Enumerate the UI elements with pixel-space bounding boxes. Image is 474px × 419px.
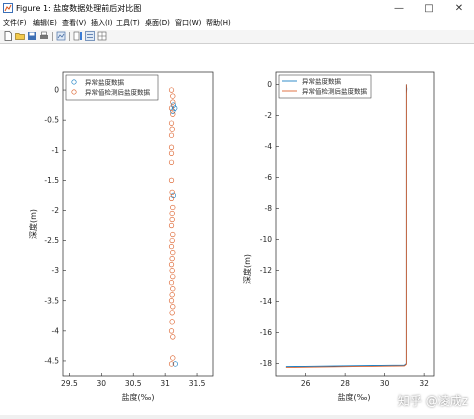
- menu-edit[interactable]: 编辑(E): [33, 18, 57, 28]
- menu-help[interactable]: 帮助(H): [206, 18, 231, 28]
- right-legend: 异常盐度数据 异常值检测后盐度数据: [278, 74, 372, 99]
- right-ytick-label: -14: [260, 297, 272, 306]
- grid-icon[interactable]: [97, 31, 107, 41]
- menu-view[interactable]: 查看(V): [62, 18, 86, 28]
- left-xtick-label: 29.5: [61, 379, 78, 388]
- right-xlabel: 盐度(‰): [338, 392, 371, 402]
- right-xtick-label: 28: [340, 379, 350, 388]
- right-legend-cleaned: 异常值检测后盐度数据: [302, 87, 368, 96]
- left-xtick-label: 31: [160, 379, 170, 388]
- left-ytick-label: 0: [54, 86, 59, 95]
- right-ytick-label: -8: [265, 204, 273, 213]
- title-bar: Figure 1: 盐度数据处理前后对比图 — □ ✕: [0, 0, 474, 18]
- left-ytick-label: -4.5: [44, 356, 59, 365]
- left-xtick-label: 30: [97, 379, 107, 388]
- right-ytick-label: -2: [265, 111, 273, 120]
- close-button[interactable]: ✕: [444, 0, 474, 17]
- right-legend-raw: 异常盐度数据: [302, 77, 342, 86]
- link-plot-icon[interactable]: [56, 31, 66, 41]
- left-xtick-label: 31.5: [189, 379, 206, 388]
- window-title: Figure 1: 盐度数据处理前后对比图: [16, 4, 142, 13]
- insert-legend-icon[interactable]: [85, 31, 95, 41]
- right-ylabel: 深度(m): [242, 254, 252, 284]
- right-axes-box: [275, 71, 435, 377]
- toolbar-separator: [69, 32, 70, 41]
- right-ytick-label: -18: [260, 359, 272, 368]
- left-ytick-label: -0.5: [44, 116, 59, 125]
- menu-file[interactable]: 文件(F): [3, 18, 27, 28]
- figure-canvas: 29.5 30 30.5 31 31.5 0 -0.5 -1 -1.5 -2 -2.5 -3 -3.5 -…: [0, 44, 474, 415]
- right-ytick-label: -12: [260, 266, 272, 275]
- maximize-button[interactable]: □: [414, 0, 444, 17]
- right-ytick-label: -6: [265, 173, 273, 182]
- left-xtick-label: 30.5: [125, 379, 142, 388]
- menu-insert[interactable]: 插入(I): [91, 18, 113, 28]
- menu-tools[interactable]: 工具(T): [116, 18, 140, 28]
- minimize-button[interactable]: —: [384, 0, 414, 17]
- right-xtick-label: 30: [380, 379, 390, 388]
- right-xtick-label: 32: [419, 379, 429, 388]
- watermark: 知乎 @凌成z: [397, 394, 468, 408]
- left-axes[interactable]: 29.5 30 30.5 31 31.5 0 -0.5 -1 -1.5 -2 -2.5 -3 -3.5 -…: [28, 71, 214, 402]
- left-legend-raw: 异常盐度数据: [85, 78, 125, 87]
- right-ytick-label: 0: [267, 80, 272, 89]
- right-axes[interactable]: 26 28 30 32 0 -2 -4 -6 -8 -10 -12 -14 -16 -18 盐度(‰) 深…: [242, 71, 435, 402]
- right-xtick-label: 26: [301, 379, 311, 388]
- plot-area: 29.5 30 30.5 31 31.5 0 -0.5 -1 -1.5 -2 -2.5 -3 -3.5 -…: [28, 71, 435, 402]
- left-legend: 异常盐度数据 异常值检测后盐度数据: [65, 74, 159, 101]
- left-xlabel: 盐度(‰): [122, 392, 155, 402]
- menu-desktop[interactable]: 桌面(D): [145, 18, 170, 28]
- print-icon[interactable]: [39, 31, 49, 41]
- left-ytick-label: -1.5: [44, 176, 59, 185]
- left-ytick-label: -2.5: [44, 236, 59, 245]
- left-ytick-label: -3.5: [44, 296, 59, 305]
- menu-bar: 文件(F) 编辑(E) 查看(V) 插入(I) 工具(T) 桌面(D) 窗口(W…: [0, 17, 474, 30]
- open-folder-icon[interactable]: [15, 31, 25, 41]
- left-axes-box: [62, 71, 214, 377]
- right-ytick-label: -16: [260, 328, 272, 337]
- left-ytick-label: -1: [52, 146, 60, 155]
- save-icon[interactable]: [27, 31, 37, 41]
- right-ytick-label: -4: [265, 142, 273, 151]
- left-ytick-label: -3: [52, 266, 60, 275]
- left-ytick-label: -2: [52, 206, 60, 215]
- insert-colorbar-icon[interactable]: [73, 31, 83, 41]
- toolbar: [0, 30, 474, 44]
- menu-window[interactable]: 窗口(W): [175, 18, 201, 28]
- left-ylabel: 深度(m): [28, 209, 38, 239]
- left-legend-cleaned: 异常值检测后盐度数据: [85, 88, 151, 97]
- left-ytick-label: -4: [52, 326, 60, 335]
- toolbar-separator: [52, 32, 53, 41]
- matlab-figure-icon: [3, 3, 13, 13]
- right-ytick-label: -10: [260, 235, 272, 244]
- new-file-icon[interactable]: [3, 31, 13, 41]
